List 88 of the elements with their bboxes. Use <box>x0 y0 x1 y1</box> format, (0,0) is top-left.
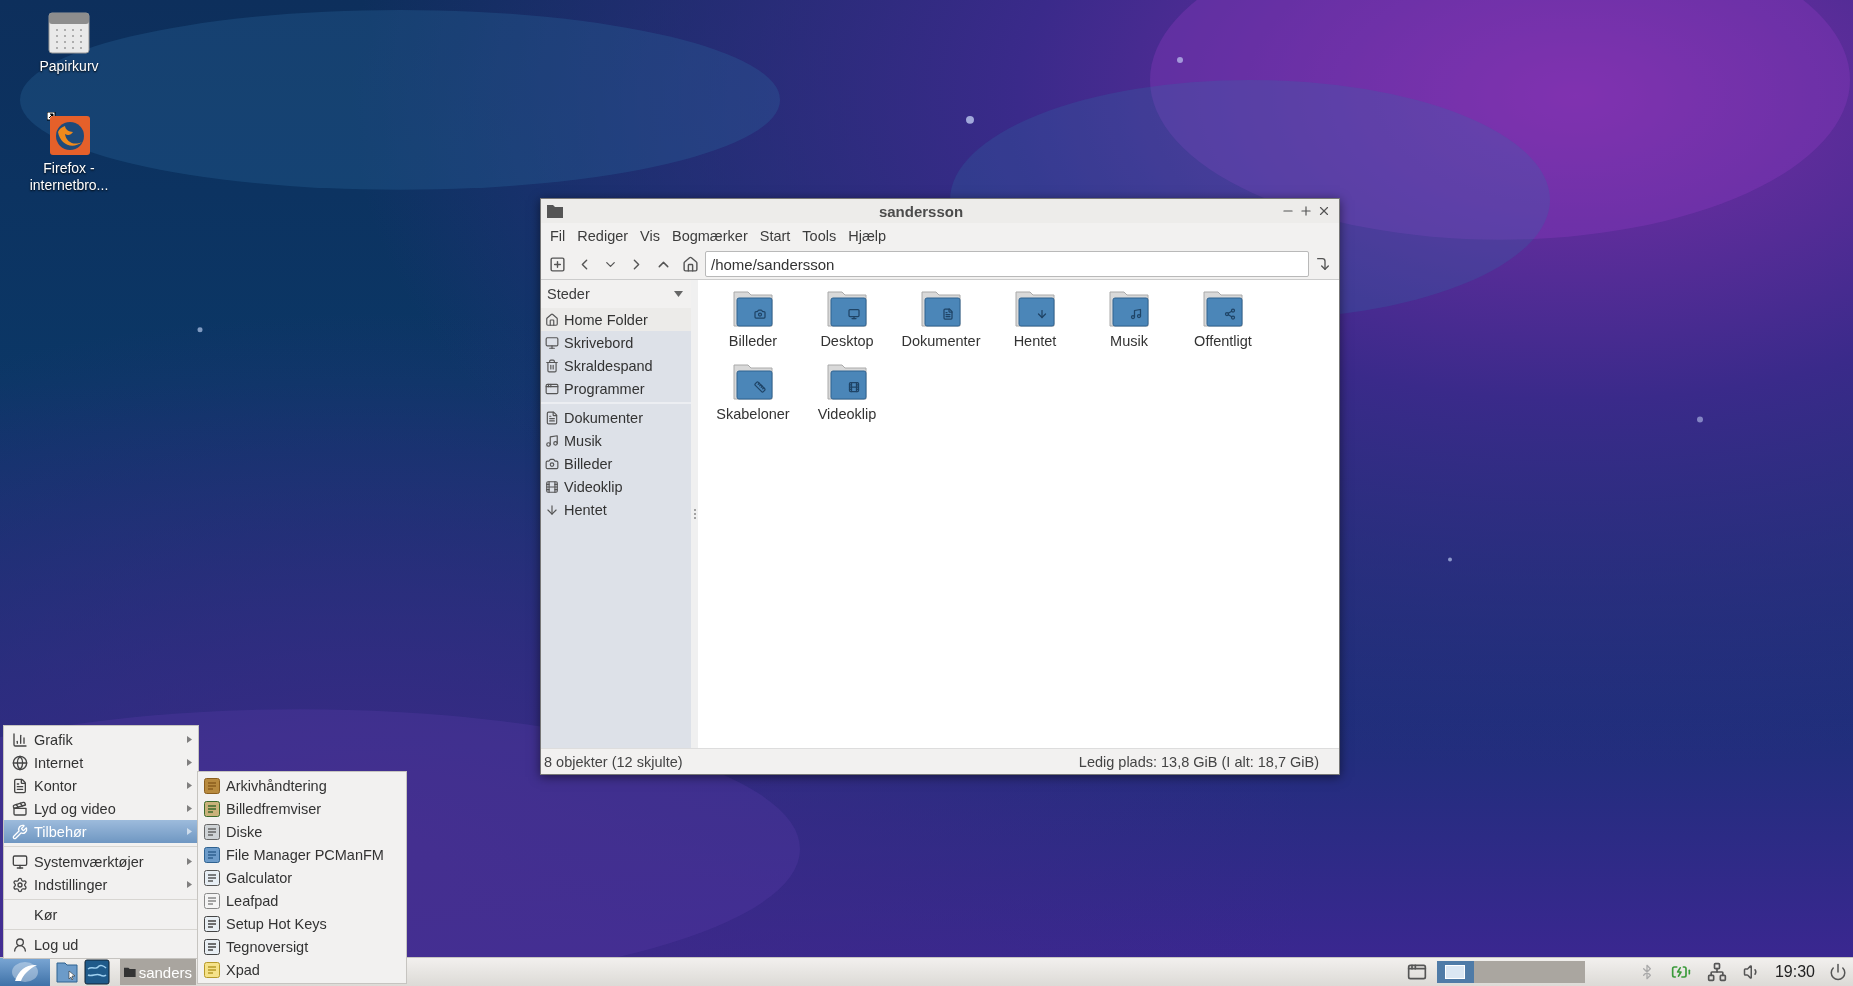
menu-item[interactable]: Leafpad <box>198 889 406 912</box>
desktop-icon-label[interactable]: Papirkurv <box>39 58 99 75</box>
menu-item[interactable]: Setup Hot Keys <box>198 912 406 935</box>
submenu-arrow-icon <box>187 805 192 812</box>
free-space-text: Ledig plads: 13,8 GiB (I alt: 18,7 GiB) <box>1078 753 1319 770</box>
menu-item[interactable]: Hjælp <box>842 228 893 244</box>
path-field[interactable]: /home/sandersson <box>705 251 1309 277</box>
film-icon <box>545 479 559 494</box>
menu-item[interactable]: Arkivhåndtering <box>198 774 406 797</box>
document-icon <box>545 410 559 425</box>
folder-item[interactable]: Offentligt <box>1176 288 1270 361</box>
notepad-icon <box>204 892 220 909</box>
menu-item[interactable]: Rediger <box>571 228 635 244</box>
menu-item[interactable]: Vis <box>634 228 666 244</box>
submenu-arrow-icon <box>187 782 192 789</box>
monitor-icon <box>12 853 28 870</box>
sidebar-item[interactable]: Skraldespand <box>541 354 691 377</box>
sticky-note-icon <box>204 961 220 978</box>
file-manager-launcher[interactable] <box>54 959 80 985</box>
menu-item[interactable]: Log ud <box>4 933 198 956</box>
home-icon <box>545 312 559 327</box>
menu-item[interactable]: Xpad <box>198 958 406 981</box>
window-title: sandersson <box>877 202 965 220</box>
workspace-button[interactable] <box>1436 961 1474 983</box>
submenu-arrow-icon <box>187 858 192 865</box>
folder-item[interactable]: Musik <box>1082 288 1176 361</box>
menu-item[interactable]: Internet <box>4 751 198 774</box>
sidebar-item[interactable]: Hentet <box>541 498 691 521</box>
sidebar-item[interactable]: Skrivebord <box>541 331 691 354</box>
sidebar-item[interactable]: Videoklip <box>541 475 691 498</box>
music-note-icon <box>545 433 559 448</box>
sidebar-item[interactable]: Dokumenter <box>541 406 691 429</box>
monitor-icon <box>545 335 559 350</box>
plus-icon <box>549 255 566 273</box>
submenu-arrow-icon <box>187 881 192 888</box>
sidebar-item[interactable]: Home Folder <box>541 308 691 331</box>
folder-item[interactable]: Dokumenter <box>894 288 988 361</box>
sidebar-item[interactable]: Musik <box>541 429 691 452</box>
folder-item[interactable]: Skabeloner <box>706 361 800 434</box>
menu-item[interactable]: Billedfremviser <box>198 797 406 820</box>
web-browser-launcher[interactable] <box>84 959 110 985</box>
menu-item[interactable]: Kontor <box>4 774 198 797</box>
menu-item[interactable]: Systemværktøjer <box>4 850 198 873</box>
menu-item[interactable]: Fil <box>544 228 572 244</box>
menu-item[interactable]: Bogmærker <box>666 228 754 244</box>
sidebar-item[interactable]: Billeder <box>541 452 691 475</box>
bar-chart-icon <box>12 731 28 748</box>
clapperboard-icon <box>12 800 28 817</box>
start-menu-button[interactable] <box>0 958 50 986</box>
trash-bin-icon <box>48 12 90 54</box>
sidebar-item[interactable]: Programmer <box>541 377 691 400</box>
clock[interactable]: 19:30 <box>1770 963 1819 981</box>
globe-icon <box>12 754 28 771</box>
document-icon <box>12 777 28 794</box>
menu-item[interactable]: Start <box>753 228 797 244</box>
folder-item[interactable]: Videoklip <box>800 361 894 434</box>
menu-item[interactable]: Tools <box>796 228 843 244</box>
logo <box>11 961 39 983</box>
folder-item[interactable]: Hentet <box>988 288 1082 361</box>
status-text: 8 objekter (12 skjulte) <box>544 753 683 770</box>
browser-icon <box>47 112 91 156</box>
menu-item[interactable]: Lyd og video <box>4 797 198 820</box>
trash-icon <box>545 358 559 373</box>
menu-item[interactable]: Tegnoversigt <box>198 935 406 958</box>
window-icon <box>1406 962 1427 982</box>
camera-icon <box>545 456 559 471</box>
menu-item[interactable]: Diske <box>198 820 406 843</box>
menu-item[interactable]: Galculator <box>198 866 406 889</box>
home-icon <box>682 255 699 273</box>
menu-item[interactable]: Kør <box>4 903 198 926</box>
turn-down-arrow-icon <box>1315 256 1331 272</box>
window-icon <box>545 381 559 396</box>
menu-item[interactable]: Grafik <box>4 728 198 751</box>
folder-item[interactable]: Billeder <box>706 288 800 361</box>
submenu-arrow-icon <box>187 736 192 743</box>
places-dropdown[interactable]: Steder <box>541 280 691 308</box>
submenu-arrow-icon <box>187 759 192 766</box>
settings-icon <box>12 876 28 893</box>
folder-item[interactable]: Desktop <box>800 288 894 361</box>
menu-item[interactable]: File Manager PCManFM <box>198 843 406 866</box>
submenu-arrow-icon <box>187 828 192 835</box>
plus-icon <box>1299 204 1313 218</box>
menu-item[interactable]: Indstillinger <box>4 873 198 896</box>
pane-resize-handle[interactable] <box>692 507 697 521</box>
user-icon <box>12 936 28 953</box>
desktop-icon-label[interactable]: Firefox - internetbro... <box>29 160 109 194</box>
caret-icon <box>674 291 683 297</box>
close-icon <box>1317 204 1331 218</box>
